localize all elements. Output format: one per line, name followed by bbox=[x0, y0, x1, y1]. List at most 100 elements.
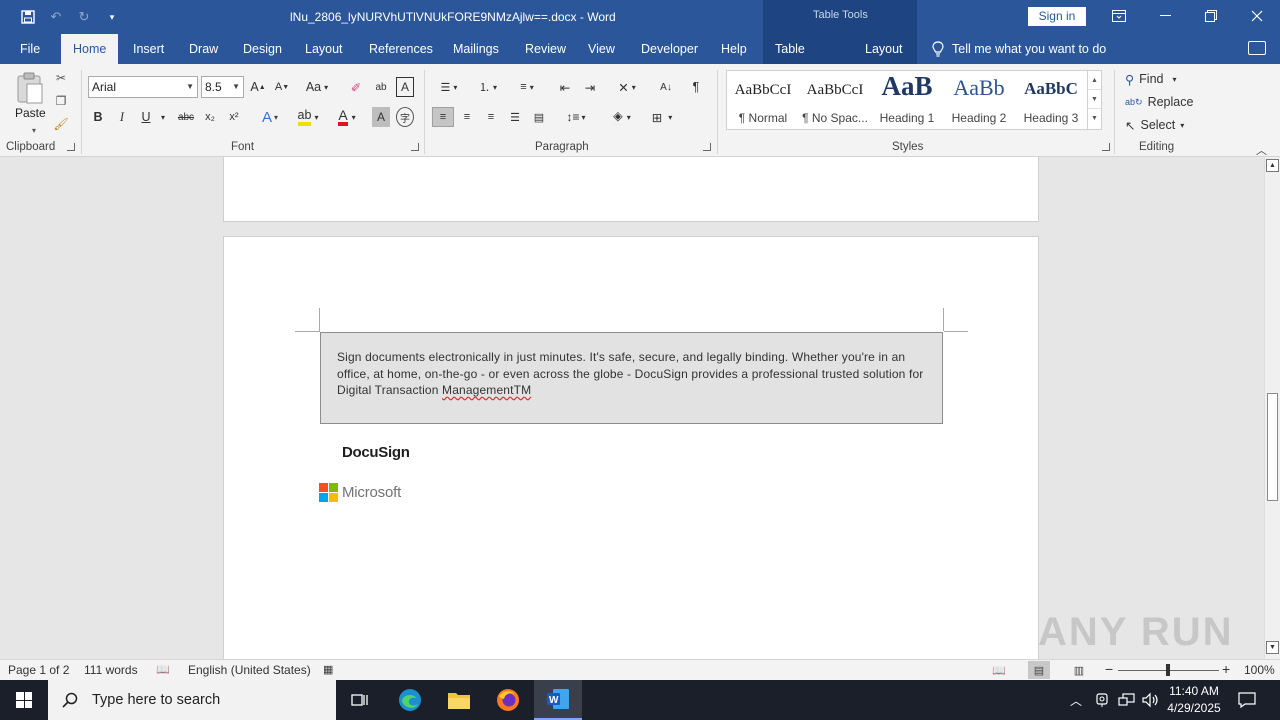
document-canvas[interactable]: Sign documents electronically in just mi… bbox=[0, 157, 1264, 659]
find-button[interactable]: ⚲ Find ▾ bbox=[1125, 69, 1177, 89]
zoom-out-icon[interactable]: − bbox=[1105, 661, 1113, 677]
web-layout-icon[interactable]: ▥ bbox=[1068, 661, 1090, 679]
gallery-up-icon[interactable]: ▲ bbox=[1088, 71, 1101, 90]
align-left-icon[interactable]: ≡ bbox=[432, 107, 454, 127]
show-hidden-icons[interactable]: ︿ bbox=[1070, 680, 1082, 720]
system-clock[interactable]: 11:40 AM 4/29/2025 bbox=[1160, 683, 1228, 717]
tab-references[interactable]: References bbox=[357, 34, 445, 64]
underline-dropdown-icon[interactable]: ▾ bbox=[157, 107, 169, 127]
justify-icon[interactable]: ☰ bbox=[505, 107, 525, 127]
style-no-spacing[interactable]: AaBbCcI ¶ No Spac... bbox=[799, 71, 871, 129]
misspelled-word[interactable]: ManagementTM bbox=[442, 383, 531, 397]
comments-icon[interactable] bbox=[1248, 41, 1266, 55]
sign-in-button[interactable]: Sign in bbox=[1028, 7, 1086, 26]
style-normal[interactable]: AaBbCcI ¶ Normal bbox=[727, 71, 799, 129]
italic-button[interactable]: I bbox=[113, 107, 131, 127]
restore-icon[interactable] bbox=[1188, 0, 1234, 32]
proofing-icon[interactable]: 📖 bbox=[156, 663, 170, 676]
text-effects-icon[interactable]: A ▾ bbox=[256, 107, 284, 127]
strikethrough-button[interactable]: abc bbox=[175, 107, 197, 127]
taskbar-search-box[interactable]: Type here to search bbox=[48, 680, 336, 720]
line-spacing-icon[interactable]: ↕≡ ▾ bbox=[560, 107, 592, 127]
asian-layout-icon[interactable]: ✕ ▾ bbox=[612, 77, 642, 97]
tab-help[interactable]: Help bbox=[709, 34, 759, 64]
tab-layout[interactable]: Layout bbox=[293, 34, 355, 64]
font-color-icon[interactable]: A ▾ bbox=[331, 107, 363, 127]
read-mode-icon[interactable]: 📖 bbox=[988, 661, 1010, 679]
show-formatting-marks-icon[interactable]: ¶ bbox=[687, 77, 705, 97]
file-explorer-icon[interactable] bbox=[435, 680, 483, 720]
borders-icon[interactable]: ⊞ ▾ bbox=[646, 107, 678, 127]
close-icon[interactable] bbox=[1234, 0, 1280, 32]
multilevel-list-icon[interactable]: ≡ ▾ bbox=[512, 77, 542, 97]
replace-button[interactable]: ab↻ Replace bbox=[1125, 92, 1193, 112]
numbering-icon[interactable]: ⒈ ▾ bbox=[473, 77, 503, 97]
start-button[interactable] bbox=[0, 680, 48, 720]
network-icon[interactable] bbox=[1118, 680, 1136, 720]
decrease-indent-icon[interactable]: ⇤ bbox=[555, 77, 575, 97]
language-indicator[interactable]: English (United States) bbox=[188, 663, 311, 677]
clear-formatting-icon[interactable]: ✐ bbox=[346, 77, 366, 97]
minimize-icon[interactable] bbox=[1142, 0, 1188, 32]
tab-table-design[interactable]: Table Design bbox=[763, 34, 853, 86]
tab-draw[interactable]: Draw bbox=[177, 34, 230, 64]
superscript-button[interactable]: x² bbox=[225, 107, 243, 127]
collapse-ribbon-icon[interactable]: ︿ bbox=[1256, 142, 1267, 158]
macro-record-icon[interactable]: ▦ bbox=[323, 663, 333, 676]
print-layout-icon[interactable]: ▤ bbox=[1028, 661, 1050, 679]
docusign-text-box[interactable]: Sign documents electronically in just mi… bbox=[320, 332, 943, 424]
format-painter-icon[interactable]: 🖌 bbox=[53, 116, 69, 132]
tab-view[interactable]: View bbox=[576, 34, 627, 64]
tab-design[interactable]: Design bbox=[231, 34, 294, 64]
increase-indent-icon[interactable]: ⇥ bbox=[580, 77, 600, 97]
font-size-box[interactable]: 8.5 ▼ bbox=[201, 76, 244, 98]
character-shading-icon[interactable]: A bbox=[372, 107, 390, 127]
style-heading-3[interactable]: AaBbC Heading 3 bbox=[1015, 71, 1087, 129]
clipboard-launcher-icon[interactable] bbox=[67, 143, 75, 151]
styles-launcher-icon[interactable] bbox=[1102, 143, 1110, 151]
tab-developer[interactable]: Developer bbox=[629, 34, 710, 64]
paste-button[interactable]: Paste bbox=[15, 106, 46, 120]
bold-button[interactable]: B bbox=[89, 107, 107, 127]
tab-insert[interactable]: Insert bbox=[121, 34, 176, 64]
align-right-icon[interactable]: ≡ bbox=[481, 107, 501, 127]
firefox-icon[interactable] bbox=[484, 680, 532, 720]
align-center-icon[interactable]: ≡ bbox=[457, 107, 477, 127]
select-button[interactable]: ↖ Select ▾ bbox=[1125, 115, 1184, 135]
enclose-characters-icon[interactable]: 字 bbox=[396, 107, 414, 127]
shrink-font-icon[interactable]: A ▼ bbox=[273, 77, 291, 97]
tab-review[interactable]: Review bbox=[513, 34, 578, 64]
customize-qat-icon[interactable]: ▾ bbox=[98, 7, 126, 27]
word-count[interactable]: 111 words bbox=[84, 663, 138, 677]
gallery-more-icon[interactable]: ▼ bbox=[1088, 109, 1101, 128]
save-icon[interactable] bbox=[14, 7, 42, 27]
word-taskbar-icon[interactable]: W bbox=[534, 680, 582, 720]
phonetic-guide-icon[interactable]: ab bbox=[371, 77, 391, 97]
tab-mailings[interactable]: Mailings bbox=[441, 34, 511, 64]
tab-table-layout[interactable]: Layout bbox=[853, 34, 917, 64]
cut-icon[interactable]: ✂ bbox=[53, 70, 69, 86]
ribbon-display-options-icon[interactable] bbox=[1096, 0, 1142, 32]
sort-icon[interactable]: A↓ bbox=[656, 77, 676, 97]
distributed-icon[interactable]: ▤ bbox=[529, 107, 549, 127]
subscript-button[interactable]: x₂ bbox=[201, 107, 219, 127]
tell-me-box[interactable]: Tell me what you want to do bbox=[932, 34, 1106, 64]
shading-icon[interactable]: ◈ ▾ bbox=[606, 107, 638, 127]
style-heading-1[interactable]: AaB Heading 1 bbox=[871, 71, 943, 129]
bullets-icon[interactable]: ☰ ▾ bbox=[434, 77, 464, 97]
notifications-icon[interactable] bbox=[1238, 680, 1256, 720]
scroll-down-icon[interactable]: ▼ bbox=[1266, 641, 1279, 654]
scroll-up-icon[interactable]: ▲ bbox=[1266, 159, 1279, 172]
zoom-slider-thumb[interactable] bbox=[1166, 664, 1170, 676]
grow-font-icon[interactable]: A ▲ bbox=[249, 77, 267, 97]
underline-button[interactable]: U bbox=[137, 107, 155, 127]
page-count[interactable]: Page 1 of 2 bbox=[8, 663, 69, 677]
undo-icon[interactable]: ↶ bbox=[42, 7, 70, 27]
edge-icon[interactable] bbox=[386, 680, 434, 720]
font-name-box[interactable]: Arial ▼ bbox=[88, 76, 198, 98]
task-view-icon[interactable] bbox=[336, 680, 384, 720]
copy-icon[interactable]: ❐ bbox=[53, 93, 69, 109]
paste-dropdown-icon[interactable]: ▾ bbox=[26, 122, 42, 138]
gallery-down-icon[interactable]: ▼ bbox=[1088, 90, 1101, 109]
change-case-button[interactable]: Aa ▾ bbox=[301, 77, 333, 97]
